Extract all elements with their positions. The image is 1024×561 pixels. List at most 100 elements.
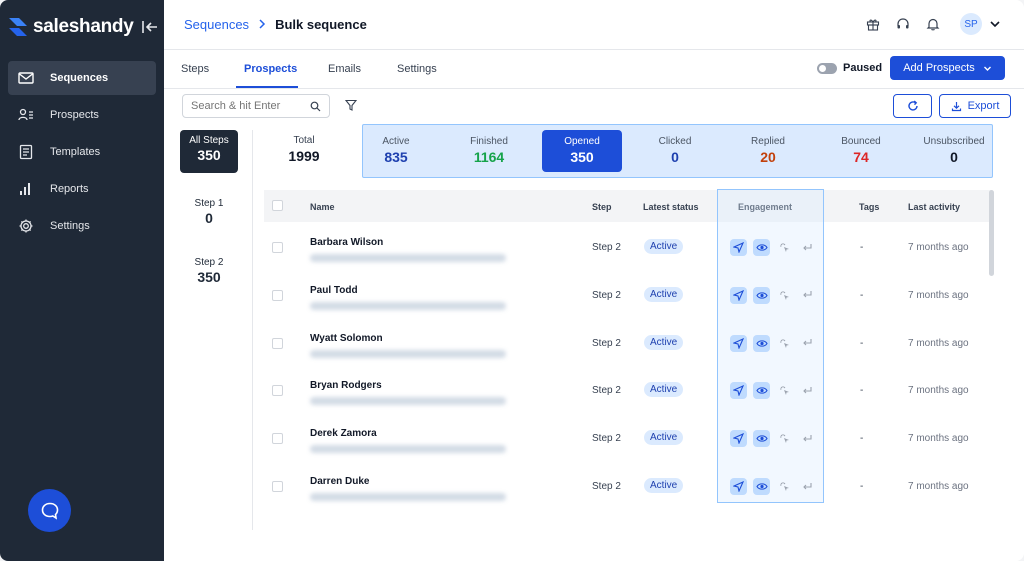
table-header: Name Step Latest status Engagement Tags … <box>264 190 992 222</box>
row-checkbox[interactable] <box>272 242 283 253</box>
row-checkbox[interactable] <box>272 481 283 492</box>
sidebar-item-prospects[interactable]: Prospects <box>8 98 156 132</box>
breadcrumb-current: Bulk sequence <box>275 17 367 32</box>
column-header-name[interactable]: Name <box>310 202 335 212</box>
prospect-name[interactable]: Darren Duke <box>310 476 369 487</box>
opened-eye-icon[interactable] <box>753 286 770 304</box>
stat-value: 1164 <box>473 149 505 165</box>
chat-support-button[interactable] <box>28 489 71 532</box>
table-row[interactable]: Barbara Wilson Step 2 Active - 7 months … <box>264 229 992 277</box>
tab-emails[interactable]: Emails <box>328 63 361 75</box>
prospect-name[interactable]: Wyatt Solomon <box>310 333 383 344</box>
stat-clicked[interactable]: Clicked 0 <box>635 136 715 165</box>
table-row[interactable]: Bryan Rodgers Step 2 Active - 7 months a… <box>264 372 992 420</box>
divider <box>252 130 253 530</box>
reply-icon[interactable] <box>799 335 816 352</box>
prospect-name[interactable]: Paul Todd <box>310 285 358 296</box>
row-checkbox[interactable] <box>272 385 283 397</box>
sent-icon[interactable] <box>730 478 747 495</box>
stat-active[interactable]: Active 835 <box>356 136 436 165</box>
table-row[interactable]: Darren Duke Step 2 Active - 7 months ago <box>264 468 992 516</box>
clicked-icon[interactable] <box>776 478 793 495</box>
pause-toggle[interactable] <box>817 63 837 74</box>
tab-steps[interactable]: Steps <box>181 63 209 75</box>
column-header-tags[interactable]: Tags <box>859 202 879 212</box>
sent-icon[interactable] <box>730 239 747 256</box>
stat-finished[interactable]: Finished 1164 <box>449 136 529 165</box>
collapse-sidebar-icon[interactable] <box>141 19 159 35</box>
stat-label: Bounced <box>841 136 881 147</box>
opened-eye-icon[interactable] <box>753 382 770 400</box>
column-header-step[interactable]: Step <box>592 202 612 212</box>
sidebar-item-settings[interactable]: Settings <box>8 209 156 243</box>
opened-eye-icon[interactable] <box>753 430 770 448</box>
filter-icon[interactable] <box>345 99 357 111</box>
table-row[interactable]: Derek Zamora Step 2 Active - 7 months ag… <box>264 420 992 468</box>
headset-icon[interactable] <box>896 17 910 31</box>
bell-icon[interactable] <box>926 17 940 31</box>
sidebar-item-sequences[interactable]: Sequences <box>8 61 156 95</box>
reply-icon[interactable] <box>799 287 816 304</box>
step-filter-count: 0 <box>205 210 213 226</box>
sidebar-item-templates[interactable]: Templates <box>8 135 156 169</box>
chevron-down-icon[interactable] <box>988 17 1002 31</box>
sidebar-item-reports[interactable]: Reports <box>8 172 156 206</box>
reply-icon[interactable] <box>799 239 816 256</box>
prospect-name[interactable]: Bryan Rodgers <box>310 380 382 391</box>
saleshandy-logo-icon <box>9 18 27 36</box>
opened-eye-icon[interactable] <box>753 478 770 495</box>
stat-label: Total <box>293 135 315 146</box>
gift-icon[interactable] <box>866 17 880 31</box>
reply-icon[interactable] <box>799 430 816 447</box>
sent-icon[interactable] <box>730 334 747 352</box>
step-filter-all[interactable]: All Steps 350 <box>180 130 238 173</box>
breadcrumb-sequences-link[interactable]: Sequences <box>184 17 249 32</box>
clicked-icon[interactable] <box>776 287 793 304</box>
table-row[interactable]: Wyatt Solomon Step 2 Active - 7 months a… <box>264 325 992 373</box>
reply-icon[interactable] <box>799 382 816 399</box>
avatar[interactable]: SP <box>960 13 982 35</box>
export-button[interactable]: Export <box>939 94 1011 118</box>
select-all-checkbox[interactable] <box>272 200 283 211</box>
clicked-icon[interactable] <box>776 335 793 352</box>
opened-eye-icon[interactable] <box>753 239 770 256</box>
stat-opened[interactable]: Opened 350 <box>542 130 622 172</box>
row-checkbox[interactable] <box>272 289 283 301</box>
prospect-name[interactable]: Derek Zamora <box>310 428 377 439</box>
sidebar-item-label: Settings <box>50 220 90 232</box>
stat-total[interactable]: Total 1999 <box>275 135 333 164</box>
stat-replied[interactable]: Replied 20 <box>728 136 808 165</box>
search-icon[interactable] <box>310 101 321 112</box>
sidebar-nav: Sequences Prospects Templates Reports Se… <box>8 61 156 246</box>
clicked-icon[interactable] <box>776 239 793 256</box>
tab-settings[interactable]: Settings <box>397 63 437 75</box>
brand[interactable]: saleshandy <box>9 16 134 38</box>
add-prospects-button[interactable]: Add Prospects <box>890 56 1005 80</box>
clicked-icon[interactable] <box>776 382 793 399</box>
search-input[interactable] <box>183 95 301 117</box>
active-tab-indicator <box>236 86 298 88</box>
row-checkbox[interactable] <box>272 433 283 445</box>
gear-icon <box>19 219 33 233</box>
reply-icon[interactable] <box>799 478 816 495</box>
row-checkbox[interactable] <box>272 337 283 349</box>
clicked-icon[interactable] <box>776 430 793 447</box>
step-filter-step-2[interactable]: Step 2 350 <box>180 252 238 295</box>
sent-icon[interactable] <box>730 430 747 448</box>
prospect-tags: - <box>860 289 864 301</box>
step-filter-step-1[interactable]: Step 1 0 <box>180 193 238 236</box>
refresh-button[interactable] <box>893 94 932 118</box>
prospect-step: Step 2 <box>592 337 621 349</box>
prospect-name[interactable]: Barbara Wilson <box>310 237 383 248</box>
stat-value: 20 <box>760 149 776 165</box>
stat-bounced[interactable]: Bounced 74 <box>821 136 901 165</box>
opened-eye-icon[interactable] <box>753 334 770 352</box>
sent-icon[interactable] <box>730 286 747 304</box>
table-row[interactable]: Paul Todd Step 2 Active - 7 months ago <box>264 277 992 325</box>
tab-prospects[interactable]: Prospects <box>244 63 297 75</box>
prospect-step: Step 2 <box>592 433 621 445</box>
column-header-status[interactable]: Latest status <box>643 202 699 212</box>
sent-icon[interactable] <box>730 382 747 400</box>
column-header-last-activity[interactable]: Last activity <box>908 202 960 212</box>
stat-unsubscribed[interactable]: Unsubscribed 0 <box>914 136 994 165</box>
